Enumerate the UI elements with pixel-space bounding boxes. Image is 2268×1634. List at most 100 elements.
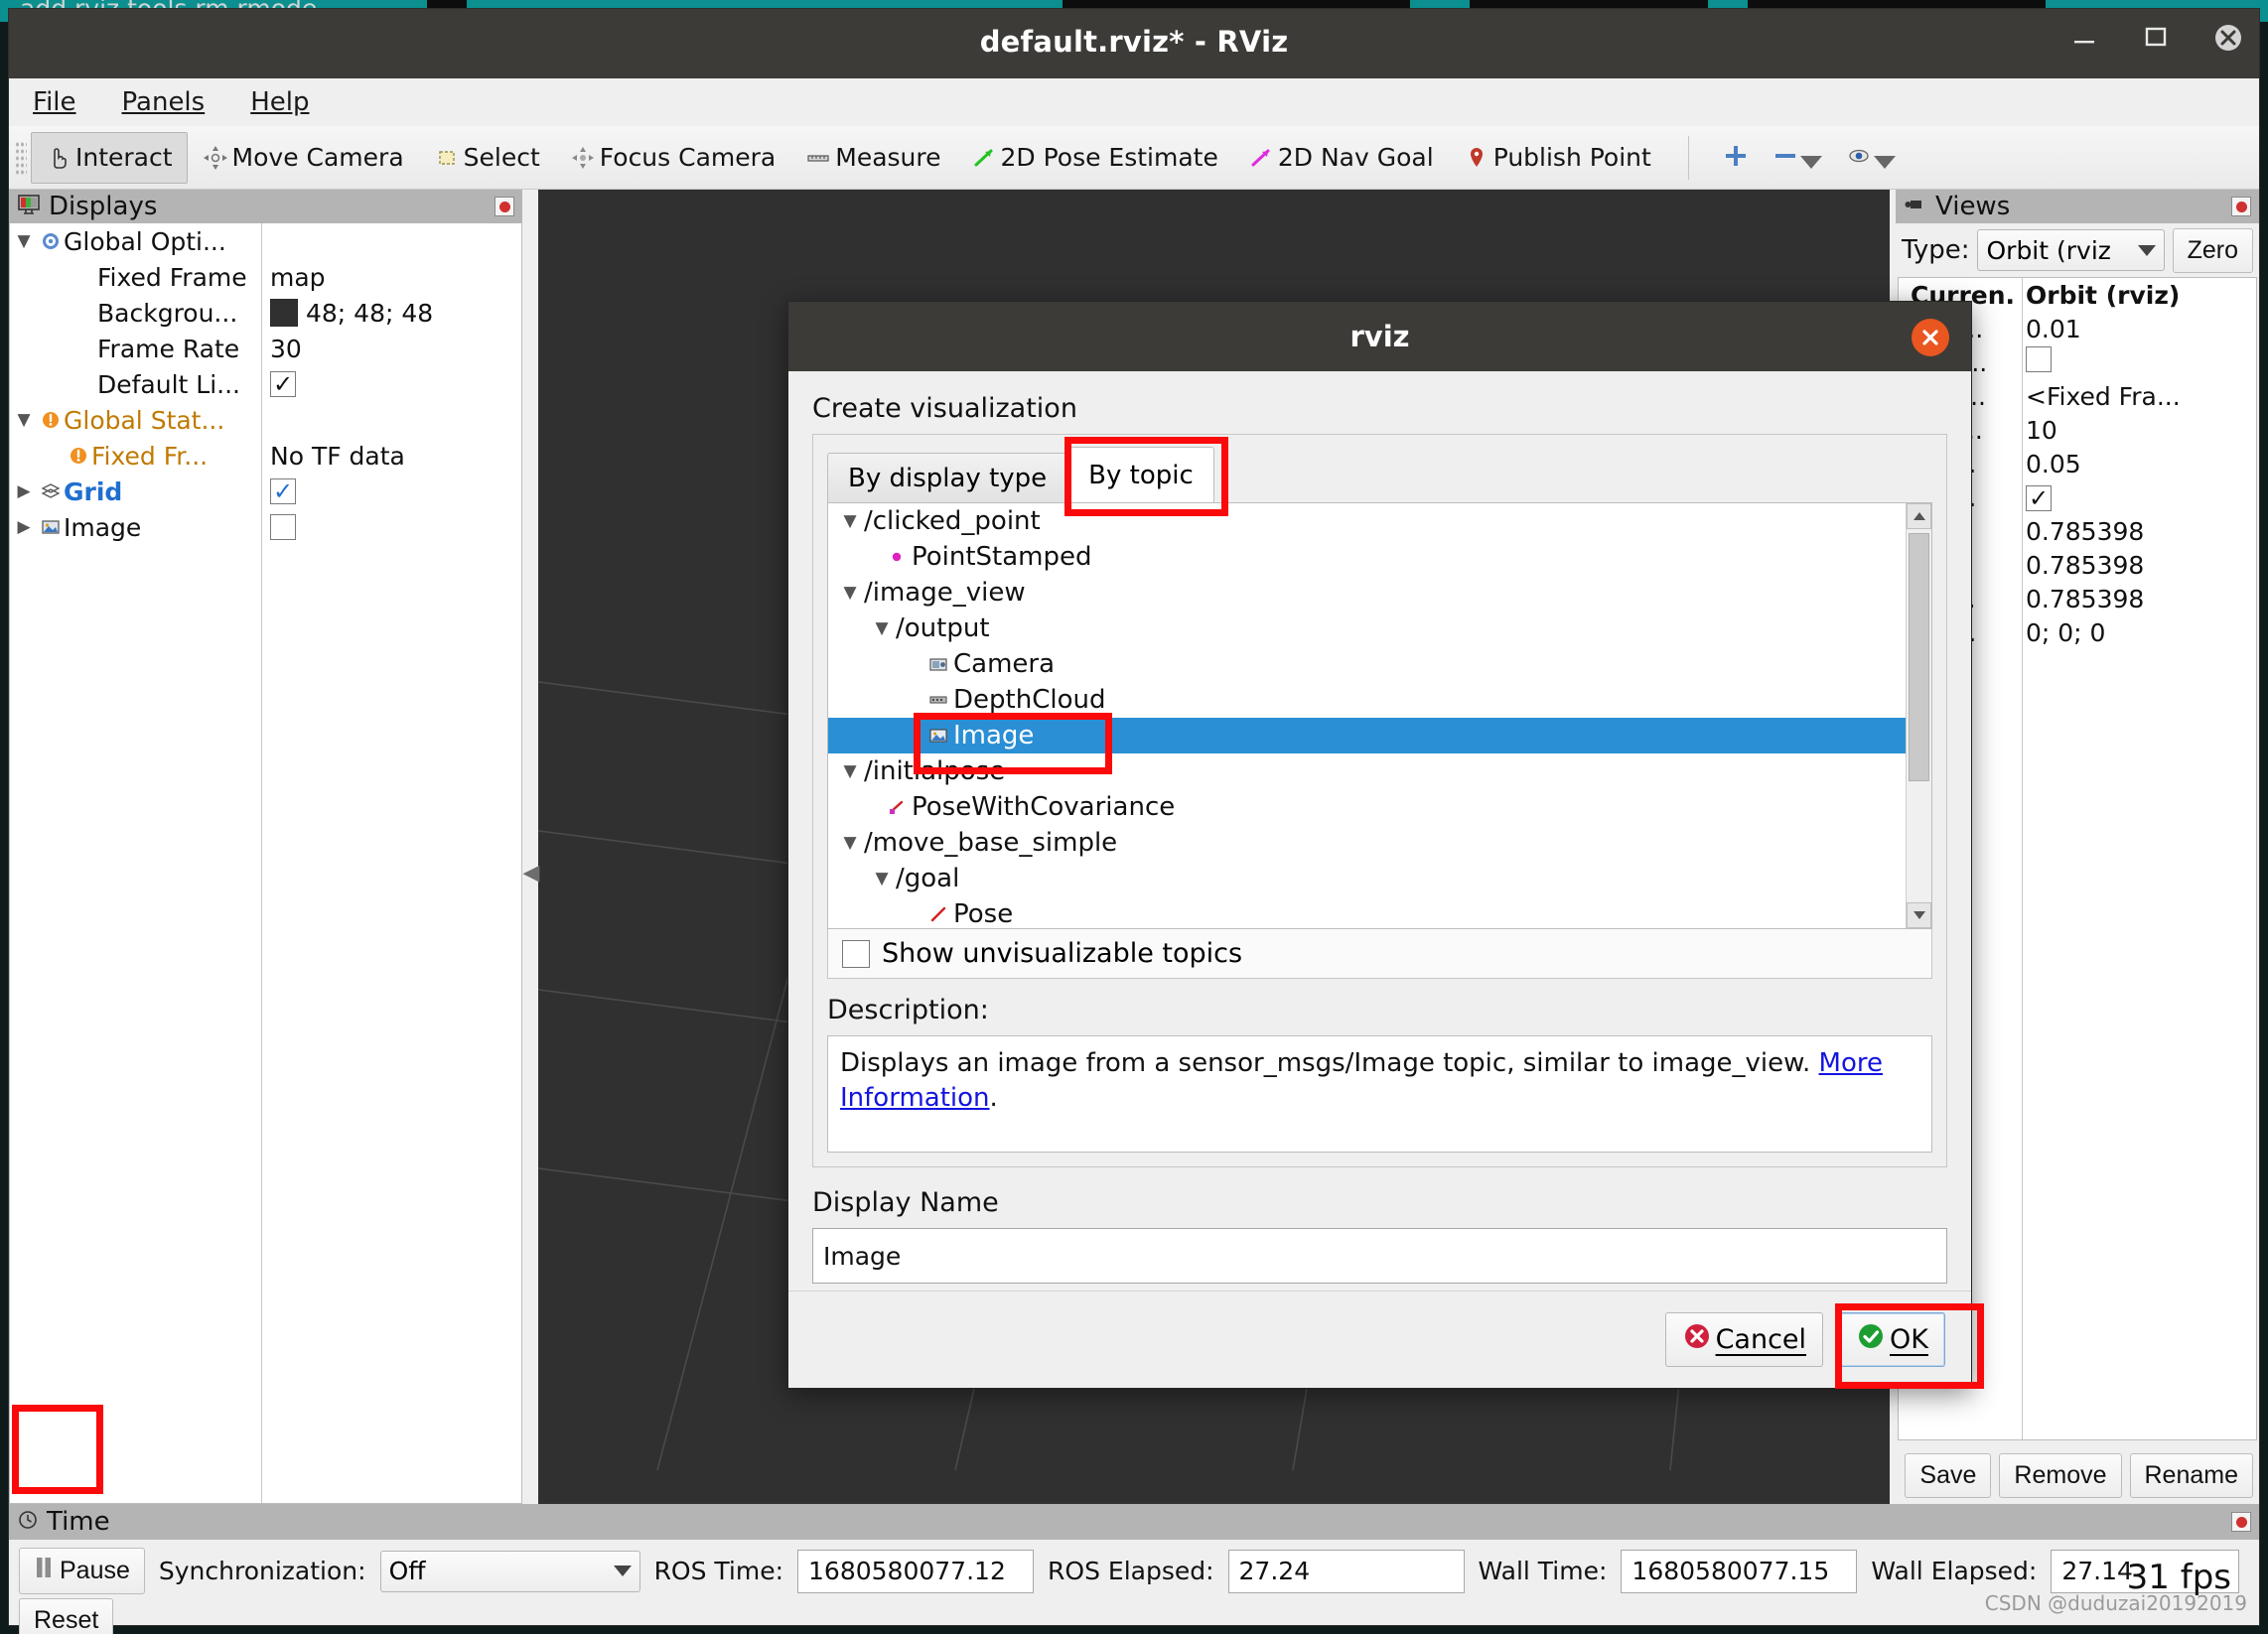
chevron-down-icon-image-view[interactable]: ▼ (836, 583, 864, 603)
chevron-down-icon-clicked-point[interactable]: ▼ (836, 511, 864, 531)
chevron-down-icon-goal[interactable]: ▼ (868, 869, 896, 888)
tool-select[interactable]: Select (419, 132, 555, 184)
tool-2d-pose-estimate[interactable]: 2D Pose Estimate (956, 132, 1233, 184)
topic-row-move-base-simple[interactable]: ▼ /move_base_simple (828, 825, 1931, 861)
display-row-fixed-frame-status[interactable]: Fixed Fr... No TF data (10, 438, 521, 474)
tab-by-topic[interactable]: By topic (1067, 447, 1214, 502)
tool-publish-point[interactable]: Publish Point (1449, 132, 1666, 184)
ok-button[interactable]: OK (1839, 1312, 1945, 1367)
toolbar-add-tool[interactable] (1711, 143, 1761, 173)
pose-arrow-green-icon (971, 145, 997, 171)
chevron-down-icon-status[interactable]: ▼ (10, 410, 38, 430)
tool-measure-label: Measure (835, 143, 941, 172)
chevron-down-icon-2[interactable] (1873, 155, 1896, 169)
maximize-icon[interactable] (2142, 23, 2170, 51)
minimize-icon[interactable] (2070, 23, 2098, 51)
ros-time-field[interactable]: 1680580077.12 (797, 1549, 1035, 1593)
tab-by-display-type[interactable]: By display type (827, 453, 1068, 502)
chevron-down-icon-initialpose[interactable]: ▼ (836, 761, 864, 781)
chevron-down-icon-move-base-simple[interactable]: ▼ (836, 833, 864, 853)
display-row-global-status[interactable]: ▼ Global Stat... (10, 402, 521, 438)
topic-row-clicked-point[interactable]: ▼ /clicked_point (828, 503, 1931, 539)
dialog-titlebar: rviz (788, 302, 1971, 371)
topic-row-initialpose[interactable]: ▼ /initialpose (828, 753, 1931, 789)
topic-row-camera[interactable]: Camera (828, 646, 1931, 682)
ros-elapsed-field[interactable]: 27.24 (1227, 1549, 1465, 1593)
display-row-fixed-frame[interactable]: Fixed Frame map (10, 259, 521, 295)
menu-help[interactable]: Help (242, 85, 317, 119)
save-view-button[interactable]: Save (1905, 1453, 1992, 1498)
view-type-select[interactable]: Orbit (rviz (1977, 229, 2165, 271)
checkbox-show-unvisualizable[interactable] (842, 939, 870, 968)
tool-measure[interactable]: Measure (790, 132, 955, 184)
cancel-button[interactable]: Cancel (1664, 1312, 1824, 1367)
show-unvisualizable-row[interactable]: Show unvisualizable topics (827, 929, 1932, 979)
displays-tree[interactable]: ▼ Global Opti... Fixed Frame map Backgro… (9, 223, 522, 1504)
panel-splitter-handle[interactable]: ◀ (523, 850, 540, 895)
synchronization-select[interactable]: Off (379, 1550, 640, 1592)
menu-file[interactable]: File (25, 85, 84, 119)
display-row-grid[interactable]: ▶ Grid ✓ (10, 474, 521, 509)
chevron-down-icon-output[interactable]: ▼ (868, 618, 896, 638)
menu-panels[interactable]: Panels (114, 85, 213, 119)
panel-close-icon-time[interactable] (2231, 1512, 2251, 1532)
panel-close-icon-views[interactable] (2231, 197, 2251, 216)
checkbox-image[interactable] (270, 514, 296, 540)
pause-icon (34, 1556, 54, 1586)
tool-move-camera[interactable]: Move Camera (188, 132, 419, 184)
scrollbar-thumb[interactable] (1909, 533, 1929, 781)
close-icon[interactable] (2213, 23, 2241, 51)
menu-help-label: Help (250, 87, 310, 117)
chevron-down-icon[interactable] (1799, 155, 1822, 169)
wall-time-field[interactable]: 1680580077.15 (1621, 1549, 1858, 1593)
scroll-up-arrow-icon[interactable] (1907, 503, 1931, 529)
display-row-global-options[interactable]: ▼ Global Opti... (10, 223, 521, 259)
ros-time-value: 1680580077.12 (808, 1557, 1006, 1585)
topic-row-pointstamped[interactable]: PointStamped (828, 539, 1931, 575)
chevron-right-icon-grid[interactable]: ▶ (10, 481, 38, 501)
display-row-image[interactable]: ▶ Image (10, 509, 521, 545)
dialog-body: Create visualization By display type By … (788, 371, 1971, 1284)
topic-row-goal[interactable]: ▼ /goal (828, 861, 1931, 896)
dialog-close-icon[interactable] (1912, 319, 1949, 356)
topic-row-image[interactable]: Image (828, 718, 1931, 753)
pause-button[interactable]: Pause (19, 1548, 145, 1594)
display-label-image: Image (64, 512, 142, 542)
checkbox-focal-fixed[interactable]: ✓ (2026, 484, 2052, 512)
topic-tree[interactable]: ▼ /clicked_point PointStamped ▼ /image_v… (827, 502, 1932, 929)
checkbox-grid[interactable]: ✓ (270, 477, 296, 505)
checkbox-invert-z[interactable] (2026, 346, 2052, 372)
display-row-background-color[interactable]: Backgrou... 48; 48; 48 (10, 295, 521, 331)
topic-label-pose: Pose (953, 899, 1014, 929)
topic-row-depthcloud[interactable]: DepthCloud (828, 682, 1931, 718)
toolbar-visibility-tool[interactable] (1834, 143, 1908, 173)
hand-cursor-icon (46, 145, 71, 171)
display-name-input[interactable]: Image (812, 1228, 1947, 1284)
toolbar-remove-tool[interactable] (1761, 143, 1834, 173)
panel-close-icon[interactable] (495, 197, 514, 216)
toolbar-grip[interactable] (15, 140, 27, 175)
tool-interact[interactable]: Interact (31, 131, 188, 184)
topic-row-posewithcovariance[interactable]: PoseWithCovariance (828, 789, 1931, 825)
remove-view-button[interactable]: Remove (1999, 1453, 2122, 1498)
display-value-frame-rate: 30 (270, 334, 302, 363)
reset-button[interactable]: Reset (19, 1598, 114, 1634)
topic-row-image-view[interactable]: ▼ /image_view (828, 575, 1931, 611)
topic-row-output[interactable]: ▼ /output (828, 611, 1931, 646)
chevron-down-icon[interactable]: ▼ (10, 231, 38, 251)
display-row-default-light[interactable]: Default Li... ✓ (10, 366, 521, 402)
display-row-frame-rate[interactable]: Frame Rate 30 (10, 331, 521, 366)
topic-row-pose[interactable]: Pose (828, 896, 1931, 929)
chevron-right-icon-image[interactable]: ▶ (10, 517, 38, 537)
dialog-title: rviz (1349, 320, 1410, 353)
scroll-down-arrow-icon[interactable] (1907, 902, 1931, 928)
tool-focus-camera[interactable]: Focus Camera (555, 132, 790, 184)
topic-tree-scrollbar[interactable] (1906, 503, 1931, 928)
map-pin-icon (1464, 145, 1489, 171)
rename-view-button[interactable]: Rename (2129, 1453, 2253, 1498)
tool-2d-nav-goal[interactable]: 2D Nav Goal (1233, 132, 1449, 184)
zero-button[interactable]: Zero (2172, 227, 2253, 273)
show-unvisualizable-label: Show unvisualizable topics (882, 938, 1243, 969)
color-swatch[interactable] (270, 299, 298, 327)
checkbox-default-light[interactable]: ✓ (270, 370, 296, 398)
